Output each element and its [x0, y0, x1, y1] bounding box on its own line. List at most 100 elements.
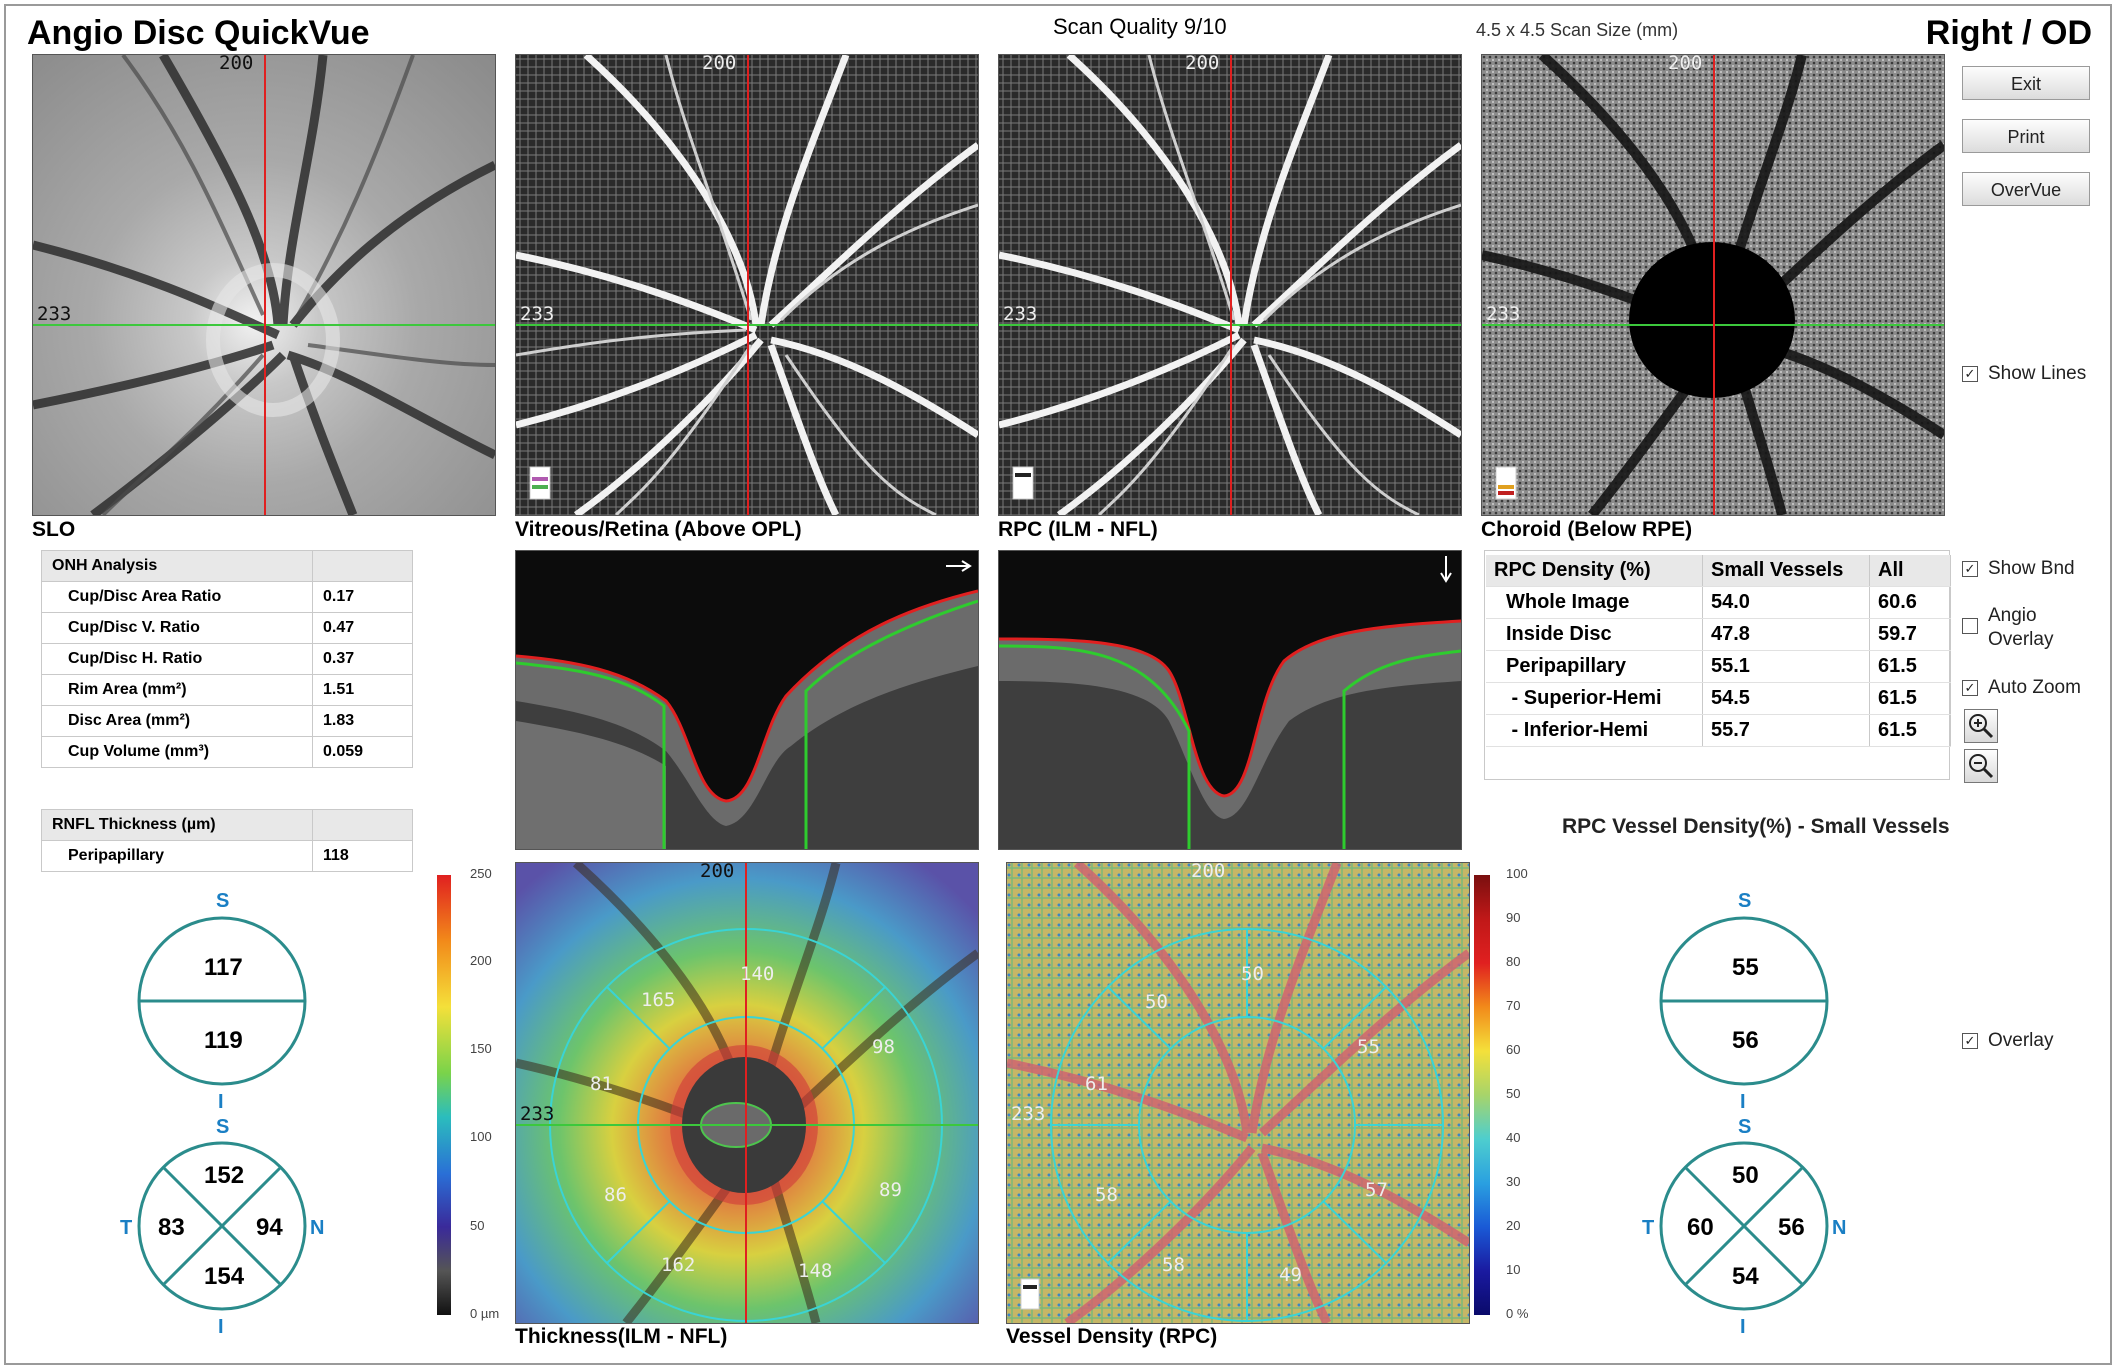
density-marker-top: 200: [1191, 863, 1225, 882]
choroid-image[interactable]: 200 233: [1481, 54, 1945, 516]
quad-nasal-value: 56: [1778, 1214, 1805, 1241]
rpc-row-all: 59.7: [1869, 618, 1951, 651]
quad-temporal-value: 83: [158, 1214, 185, 1241]
overvue-button[interactable]: OverVue: [1962, 172, 2090, 206]
thickness-scale-tick: 100: [470, 1129, 492, 1144]
scan-quality: Scan Quality 9/10: [1053, 14, 1227, 39]
quad-superior-label: S: [216, 1116, 229, 1138]
rpc-marker-left: 233: [1003, 303, 1037, 325]
rpc-small-vessels-header: Small Vessels: [1702, 555, 1870, 587]
thickness-caption: Thickness(ILM - NFL): [515, 1325, 728, 1348]
right-density-diagrams: S 55 56 I S 50 60 56 54 T N I: [1642, 890, 1846, 1338]
thickness-map-overlay: 200 233 140 98 89 148 162 86 81 165: [516, 863, 978, 1323]
rpc-row-label: - Superior-Hemi: [1486, 682, 1703, 715]
onh-row-label: Cup/Disc Area Ratio: [41, 581, 313, 613]
zoom-out-icon: [1969, 754, 1994, 779]
density-sector-value: 61: [1085, 1073, 1108, 1095]
rpc-row-label: Whole Image: [1486, 586, 1703, 619]
rpc-row-label: - Inferior-Hemi: [1486, 714, 1703, 747]
rpc-row-all: 60.6: [1869, 586, 1951, 619]
rnfl-thickness-table: RNFL Thickness (µm) Peripapillary 118: [41, 809, 413, 872]
rnfl-header: RNFL Thickness (µm): [41, 809, 313, 841]
onh-row-label: Rim Area (mm²): [41, 674, 313, 706]
quad-superior-value: 50: [1732, 1162, 1759, 1189]
density-scale-tick: 50: [1506, 1086, 1521, 1101]
slo-image[interactable]: 200 233: [32, 54, 496, 516]
thickness-sector-value: 81: [590, 1073, 613, 1095]
bscan-horizontal[interactable]: [515, 550, 979, 850]
density-scale-tick: 0 %: [1506, 1306, 1529, 1321]
checkbox-empty-icon: [1962, 618, 1978, 634]
quad-superior-label: S: [1738, 1116, 1751, 1138]
rpc-row-small: 55.1: [1702, 650, 1870, 683]
density-sector-value: 49: [1279, 1264, 1302, 1286]
onh-row-value: 0.17: [312, 581, 413, 613]
rpc-row-small: 54.5: [1702, 682, 1870, 715]
quad-temporal-label: T: [1642, 1217, 1654, 1239]
zoom-in-button[interactable]: [1964, 709, 1998, 743]
rpc-row-label: Peripapillary: [1486, 650, 1703, 683]
thickness-sector-value: 165: [641, 989, 675, 1011]
density-slab-icon: [1020, 1278, 1040, 1310]
density-scale-tick: 10: [1506, 1262, 1521, 1277]
quad-inferior-value: 54: [1732, 1263, 1759, 1290]
vitreous-slab-icon: [529, 466, 551, 500]
onh-row-value: 0.37: [312, 643, 413, 675]
slo-marker-top: 200: [219, 55, 253, 74]
hemi-inferior-value: 119: [204, 1027, 243, 1054]
rpc-row-all: 61.5: [1869, 682, 1951, 715]
bscan-vertical[interactable]: [998, 550, 1462, 850]
slo-vessels: 200 233: [33, 55, 495, 515]
quad-inferior-label: I: [218, 1316, 224, 1338]
hemi-superior-label: S: [1738, 890, 1751, 912]
density-caption: Vessel Density (RPC): [1006, 1325, 1218, 1348]
zoom-out-button[interactable]: [1964, 749, 1998, 783]
page-title: Angio Disc QuickVue: [27, 14, 370, 52]
choroid-marker-left: 233: [1486, 303, 1520, 325]
quad-temporal-value: 60: [1687, 1214, 1714, 1241]
bscan-vertical-layers: [999, 556, 1461, 849]
print-button[interactable]: Print: [1962, 119, 2090, 153]
auto-zoom-checkbox[interactable]: ✓ Auto Zoom: [1962, 677, 2081, 699]
rpc-density-chart-title: RPC Vessel Density(%) - Small Vessels: [1562, 815, 1950, 838]
show-bnd-checkbox[interactable]: ✓ Show Bnd: [1962, 558, 2075, 580]
thickness-map[interactable]: 200 233 140 98 89 148 162 86 81 165: [515, 862, 979, 1324]
vessel-density-overlay: 200 233 50 55 57 49 58 58 61 50: [1007, 863, 1469, 1323]
quad-inferior-label: I: [1740, 1316, 1746, 1338]
vitreous-image[interactable]: 200 233: [515, 54, 979, 516]
rnfl-row-label: Peripapillary: [41, 840, 313, 872]
show-lines-label: Show Lines: [1988, 363, 2087, 384]
scan-size: 4.5 x 4.5 Scan Size (mm): [1476, 20, 1679, 40]
quad-inferior-value: 154: [204, 1263, 245, 1290]
onh-row-value: 1.83: [312, 705, 413, 737]
angio-overlay-label: Angio Overlay: [1988, 605, 2054, 650]
vessel-density-map[interactable]: 200 233 50 55 57 49 58 58 61 50: [1006, 862, 1470, 1324]
overlay-checkbox[interactable]: ✓ Overlay: [1962, 1030, 2053, 1052]
exit-button[interactable]: Exit: [1962, 66, 2090, 100]
vitreous-marker-left: 233: [520, 303, 554, 325]
show-lines-checkbox[interactable]: ✓ Show Lines: [1962, 363, 2086, 385]
onh-row-value: 0.47: [312, 612, 413, 644]
rpc-slab-icon: [1012, 466, 1034, 500]
rpc-density-table: RPC Density (%) Small Vessels All Whole …: [1486, 555, 1951, 747]
hemi-inferior-value: 56: [1732, 1027, 1759, 1054]
thickness-sector-value: 140: [740, 963, 774, 985]
left-rnfl-diagrams: S 117 119 I S 152 83 94 154 T N I: [120, 890, 324, 1338]
density-scale-tick: 20: [1506, 1218, 1521, 1233]
rpc-image[interactable]: 200 233: [998, 54, 1462, 516]
hemi-superior-label: S: [216, 890, 229, 912]
overlay-label: Overlay: [1988, 1030, 2054, 1051]
angio-overlay-checkbox[interactable]: Angio Overlay: [1962, 604, 2053, 652]
onh-header: ONH Analysis: [41, 550, 313, 582]
choroid-caption: Choroid (Below RPE): [1481, 518, 1693, 541]
show-bnd-label: Show Bnd: [1988, 558, 2075, 579]
zoom-in-icon: [1969, 714, 1994, 739]
eye-label: Right / OD: [1925, 14, 2092, 52]
thickness-color-scale: [437, 875, 451, 1315]
density-scale-tick: 40: [1506, 1130, 1521, 1145]
density-sector-value: 57: [1365, 1179, 1388, 1201]
density-scale-tick: 100: [1506, 866, 1528, 881]
checkbox-check-icon: ✓: [1962, 561, 1978, 577]
rpc-caption: RPC (ILM - NFL): [998, 518, 1158, 541]
rnfl-row-value: 118: [312, 840, 413, 872]
